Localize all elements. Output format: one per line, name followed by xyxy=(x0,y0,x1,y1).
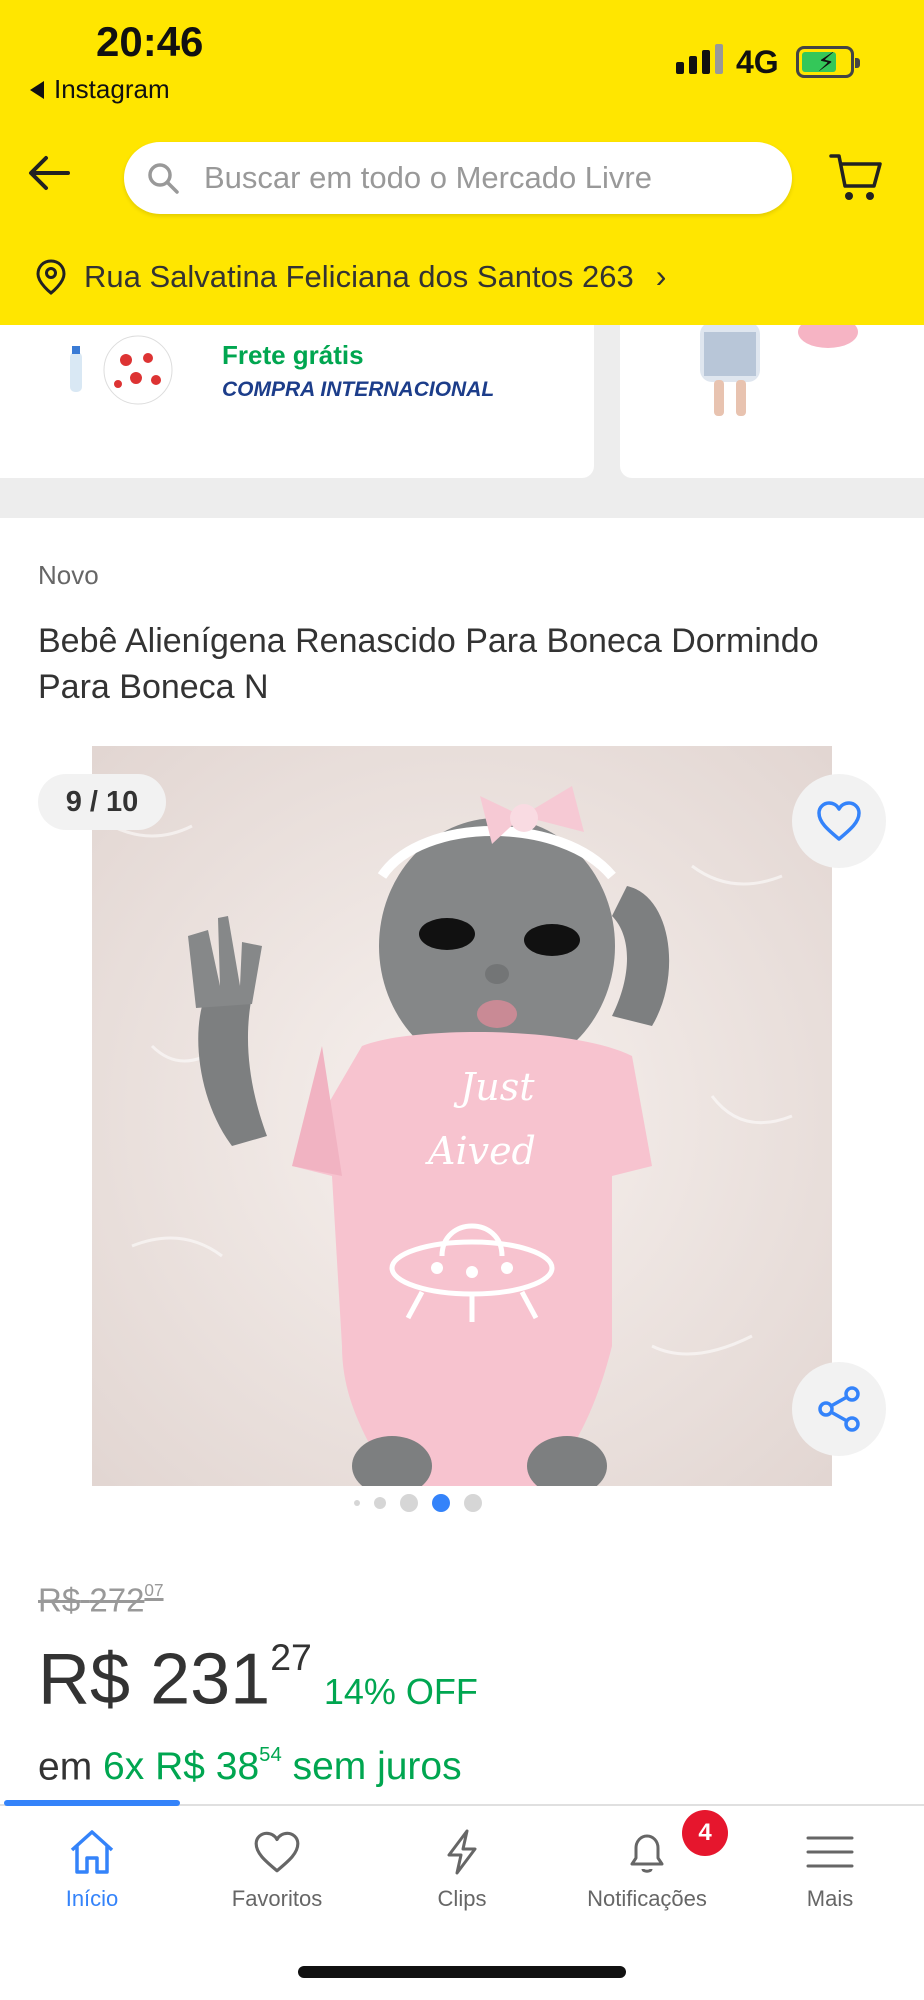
notifications-badge: 4 xyxy=(682,1810,728,1856)
nav-item-inicio[interactable]: Início xyxy=(0,1828,184,1912)
favorite-button[interactable] xyxy=(792,774,886,868)
carousel-dot[interactable] xyxy=(374,1497,386,1509)
product-title: Bebê Alienígena Renascido Para Boneca Do… xyxy=(38,622,819,706)
recommendation-product-image xyxy=(700,322,858,416)
search-input[interactable]: Buscar em todo o Mercado Livre xyxy=(124,142,792,214)
heart-icon xyxy=(817,801,861,841)
network-label: 4G xyxy=(736,44,779,80)
nav-item-favoritos[interactable]: Favoritos xyxy=(185,1828,369,1912)
heart-icon xyxy=(254,1831,300,1873)
section-divider xyxy=(0,478,924,518)
back-triangle-icon xyxy=(30,80,44,99)
image-counter: 9 / 10 xyxy=(38,774,166,830)
active-tab-indicator xyxy=(4,1800,180,1806)
carousel-dot[interactable] xyxy=(464,1494,482,1512)
back-to-app-link[interactable]: Instagram xyxy=(30,74,170,105)
original-price: R$ 27207 xyxy=(38,1580,164,1619)
bell-icon xyxy=(630,1834,664,1873)
carousel-dot[interactable] xyxy=(432,1494,450,1512)
international-purchase-label: COMPRA INTERNACIONAL xyxy=(222,378,495,401)
delivery-address: Rua Salvatina Feliciana dos Santos 263 xyxy=(84,258,634,294)
current-price: R$ 23127 xyxy=(38,1636,312,1720)
product-image[interactable]: Just Aived xyxy=(92,746,832,1486)
share-button[interactable] xyxy=(792,1362,886,1456)
cart-icon[interactable] xyxy=(828,148,884,204)
location-pin-icon xyxy=(36,258,66,295)
lightning-icon xyxy=(447,1829,477,1875)
discount-label: 14% OFF xyxy=(323,1670,478,1712)
carousel-dot[interactable] xyxy=(400,1494,418,1512)
nav-item-clips[interactable]: Clips xyxy=(370,1828,554,1912)
search-icon xyxy=(148,163,179,194)
menu-icon xyxy=(806,1836,854,1868)
delivery-address-link[interactable]: Rua Salvatina Feliciana dos Santos 263 › xyxy=(36,258,666,295)
home-icon xyxy=(70,1830,114,1874)
product-condition: Novo xyxy=(38,560,99,590)
chevron-right-icon: › xyxy=(655,258,667,294)
home-indicator xyxy=(298,1966,626,1978)
installments-info: em 6x R$ 3854 sem juros xyxy=(38,1744,462,1789)
carousel-dot[interactable] xyxy=(354,1500,360,1506)
app-header: 20:46 Instagram 4G ⚡ Buscar em todo o Me… xyxy=(0,0,924,325)
price-row: R$ 23127 14% OFF xyxy=(38,1636,478,1721)
search-placeholder: Buscar em todo o Mercado Livre xyxy=(204,160,652,195)
carousel-dots xyxy=(354,1494,482,1512)
share-icon xyxy=(818,1386,860,1432)
back-arrow-icon[interactable] xyxy=(24,148,74,198)
free-shipping-label: Frete grátis xyxy=(222,340,364,370)
status-time: 20:46 xyxy=(96,18,204,65)
nav-item-mais[interactable]: Mais xyxy=(738,1828,922,1912)
recommendation-product-image xyxy=(70,335,173,405)
shirt-text: Aived xyxy=(425,1129,536,1173)
shirt-text: Just xyxy=(453,1065,535,1109)
battery-icon: ⚡ xyxy=(796,46,860,78)
back-app-label: Instagram xyxy=(54,74,170,104)
signal-icon xyxy=(676,44,723,74)
